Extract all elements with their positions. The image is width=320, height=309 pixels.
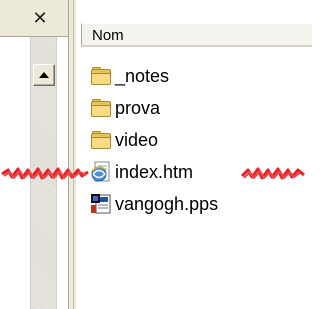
column-header-name[interactable]: Nom bbox=[81, 23, 312, 47]
folder-icon bbox=[90, 97, 112, 119]
file-name: video bbox=[115, 129, 159, 150]
folder-icon bbox=[90, 65, 112, 87]
pane-splitter[interactable] bbox=[68, 0, 77, 309]
file-list: _notes prova video index.htm vangogh.pps bbox=[90, 60, 312, 220]
html-document-icon bbox=[90, 161, 112, 183]
file-list-pane: Nom _notes prova video index.htm vangogh… bbox=[77, 0, 312, 309]
red-scribble-right bbox=[240, 167, 305, 180]
file-name: index.htm bbox=[115, 161, 194, 182]
scroll-up-button[interactable] bbox=[33, 64, 55, 86]
folder-icon bbox=[90, 129, 112, 151]
file-name: vangogh.pps bbox=[115, 193, 219, 214]
file-name: prova bbox=[115, 97, 161, 118]
close-pane-button[interactable]: ✕ bbox=[30, 7, 50, 29]
column-header-label: Nom bbox=[92, 27, 124, 44]
arrow-up-icon bbox=[39, 72, 49, 78]
powerpoint-show-icon bbox=[90, 193, 112, 215]
list-item[interactable]: video bbox=[90, 124, 312, 156]
list-item[interactable]: vangogh.pps bbox=[90, 188, 312, 220]
list-item[interactable]: _notes bbox=[90, 60, 312, 92]
list-item[interactable]: prova bbox=[90, 92, 312, 124]
close-icon: ✕ bbox=[32, 7, 48, 29]
folder-tree-pane: ✕ bbox=[0, 0, 77, 309]
red-scribble-left bbox=[1, 167, 89, 180]
file-name: _notes bbox=[115, 65, 170, 86]
tree-pane-header: ✕ bbox=[0, 0, 77, 37]
